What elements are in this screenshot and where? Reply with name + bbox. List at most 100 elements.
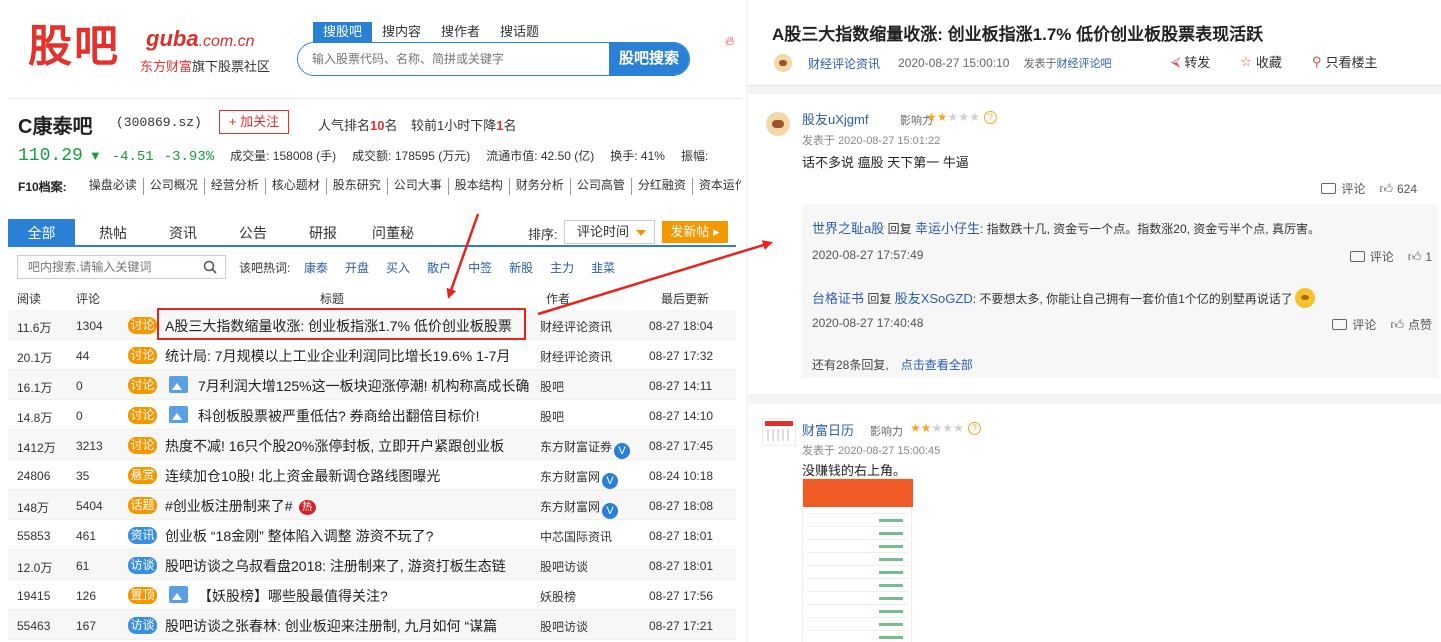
f10-link[interactable]: 操盘必读 bbox=[83, 178, 144, 195]
f10-link[interactable]: 公司大事 bbox=[388, 178, 449, 195]
tab-ask-secretary[interactable]: 问董秘 bbox=[368, 219, 418, 247]
search-tab-topic[interactable]: 搜话题 bbox=[490, 22, 549, 42]
post-tag[interactable]: 讨论 bbox=[128, 437, 157, 454]
f10-link[interactable]: 经营分析 bbox=[205, 178, 266, 195]
reply-button[interactable]: 评论 bbox=[1321, 180, 1365, 197]
guba-logo[interactable]: 股吧 guba.com.cn 东方财富旗下股票社区 bbox=[28, 22, 288, 78]
reply-user[interactable]: 台格证书 bbox=[812, 291, 864, 306]
post-author[interactable]: 股吧访谈 bbox=[540, 558, 588, 575]
hot-word[interactable]: 新股 bbox=[509, 259, 533, 276]
hot-word[interactable]: 康泰 bbox=[304, 259, 328, 276]
like-button[interactable]: 👍︎ 624 bbox=[1379, 181, 1417, 197]
post-author[interactable]: 股吧 bbox=[540, 378, 564, 395]
table-row[interactable]: 16.1万 0 讨论 7月利润大增125%这一板块迎涨停潮! 机构称高成长确 股吧 08-… bbox=[8, 370, 736, 400]
post-tag[interactable]: 讨论 bbox=[128, 317, 157, 334]
table-row[interactable]: 12.0万 61 访谈 股吧访谈之乌叔看盘2018: 注册制来了, 游资打板生态链 股吧… bbox=[8, 550, 736, 580]
table-row[interactable]: 14.8万 0 讨论 科创板股票被严重低估? 券商给出翻倍目标价! 股吧 08-27 14… bbox=[8, 400, 736, 430]
hot-word[interactable]: 主力 bbox=[550, 259, 574, 276]
post-tag[interactable]: 悬赏 bbox=[128, 467, 157, 484]
tab-research[interactable]: 研报 bbox=[305, 219, 341, 247]
f10-link[interactable]: 资本运作 bbox=[693, 178, 741, 195]
post-title[interactable]: 连续加仓10股! 北上资金最新调仓路线图曝光 bbox=[165, 466, 525, 486]
post-tag[interactable]: 话题 bbox=[128, 497, 157, 514]
f10-link[interactable]: 核心题材 bbox=[266, 178, 327, 195]
fire-icon[interactable]: 🔥︎ bbox=[725, 33, 735, 49]
post-tag[interactable]: 资讯 bbox=[128, 527, 157, 544]
reply-to-user[interactable]: 股友XSoGZD bbox=[895, 291, 973, 306]
post-tag[interactable]: 置顶 bbox=[128, 587, 157, 604]
commenter-name[interactable]: 财富日历 bbox=[802, 420, 854, 439]
help-icon[interactable]: ? bbox=[967, 422, 981, 435]
search-icon[interactable] bbox=[203, 260, 217, 274]
tab-notice[interactable]: 公告 bbox=[235, 219, 271, 247]
reply-to-user[interactable]: 幸运小仔生 bbox=[915, 221, 980, 236]
post-author[interactable]: 东方财富证券 V bbox=[540, 438, 631, 459]
search-tab-content[interactable]: 搜内容 bbox=[372, 22, 431, 42]
post-title[interactable]: 【妖股榜】哪些股最值得关注? bbox=[198, 586, 558, 606]
f10-link[interactable]: 股东研究 bbox=[327, 178, 388, 195]
view-all-replies-link[interactable]: 点击查看全部 bbox=[901, 358, 973, 372]
post-tag[interactable]: 讨论 bbox=[128, 407, 157, 424]
search-input[interactable] bbox=[298, 43, 609, 75]
table-row[interactable]: 19415 126 置顶 【妖股榜】哪些股最值得关注? 妖股榜 08-27 17:56 bbox=[8, 580, 736, 610]
published-in-forum[interactable]: 财经评论吧 bbox=[1056, 58, 1111, 70]
tab-all[interactable]: 全部 bbox=[8, 219, 75, 247]
author-avatar[interactable] bbox=[774, 54, 792, 72]
f10-link[interactable]: 公司高管 bbox=[571, 178, 632, 195]
post-title[interactable]: 股吧访谈之乌叔看盘2018: 注册制来了, 游资打板生态链 bbox=[165, 556, 525, 576]
share-button[interactable]: ⮘ 转发 bbox=[1171, 52, 1210, 71]
search-button[interactable]: 股吧搜索 bbox=[609, 43, 689, 75]
tab-news[interactable]: 资讯 bbox=[165, 219, 201, 247]
help-icon[interactable]: ? bbox=[983, 111, 997, 124]
table-row[interactable]: 55853 461 资讯 创业板 “18金刚” 整体陷入调整 游资不玩了? 中芯国际资讯… bbox=[8, 520, 736, 550]
tab-hot[interactable]: 热帖 bbox=[95, 219, 131, 247]
post-author[interactable]: 股吧访谈 bbox=[540, 618, 588, 635]
post-author[interactable]: 东方财富网 V bbox=[540, 468, 619, 489]
new-post-button[interactable]: 发新帖 ▸ bbox=[662, 221, 728, 243]
hot-word[interactable]: 开盘 bbox=[345, 259, 369, 276]
post-title[interactable]: 7月利润大增125%这一板块迎涨停潮! 机构称高成长确 bbox=[198, 376, 558, 396]
like-button[interactable]: 👍︎ 点赞 bbox=[1390, 316, 1432, 333]
post-author[interactable]: 财经评论资讯 bbox=[540, 318, 612, 335]
f10-link[interactable]: 分红融资 bbox=[632, 178, 693, 195]
comment-image[interactable] bbox=[802, 478, 913, 642]
post-title[interactable]: #创业板注册制来了# 热 bbox=[165, 496, 525, 516]
f10-link[interactable]: 股本结构 bbox=[449, 178, 510, 195]
table-row[interactable]: 1412万 3213 讨论 热度不减! 16只个股20%涨停封板, 立即开户紧跟创业板… bbox=[8, 430, 736, 460]
commenter-avatar[interactable] bbox=[762, 418, 796, 446]
hot-word[interactable]: 买入 bbox=[386, 259, 410, 276]
reply-button[interactable]: 评论 bbox=[1332, 316, 1376, 333]
commenter-name[interactable]: 股友uXjgmf bbox=[802, 109, 868, 128]
post-author[interactable]: 中芯国际资讯 bbox=[540, 528, 612, 545]
search-tab-author[interactable]: 搜作者 bbox=[431, 22, 490, 42]
hot-word[interactable]: 韭菜 bbox=[591, 259, 615, 276]
post-tag[interactable]: 访谈 bbox=[128, 557, 157, 574]
hot-word[interactable]: 散户 bbox=[427, 259, 451, 276]
post-title[interactable]: 股吧访谈之张春林: 创业板迎来注册制, 九月如何 “谋篇 bbox=[165, 616, 525, 636]
search-tab-guba[interactable]: 搜股吧 bbox=[313, 22, 373, 42]
forum-search-input[interactable] bbox=[18, 256, 198, 278]
table-row[interactable]: 20.1万 44 讨论 统计局: 7月规模以上工业企业利润同比增长19.6% 1-7月… bbox=[8, 340, 736, 370]
hot-word[interactable]: 中签 bbox=[468, 259, 492, 276]
table-row[interactable]: 148万 5404 话题 #创业板注册制来了# 热 东方财富网 V 08-27 18:08 bbox=[8, 490, 736, 520]
post-title[interactable]: 统计局: 7月规模以上工业企业利润同比增长19.6% 1-7月 bbox=[165, 346, 525, 366]
post-title[interactable]: 热度不减! 16只个股20%涨停封板, 立即开户紧跟创业板 bbox=[165, 436, 525, 456]
post-author[interactable]: 妖股榜 bbox=[540, 588, 576, 605]
sort-select[interactable]: 评论时间 bbox=[564, 220, 655, 244]
f10-link[interactable]: 财务分析 bbox=[510, 178, 571, 195]
author-only-button[interactable]: ⚲ 只看楼主 bbox=[1312, 52, 1378, 71]
table-row[interactable]: 24806 35 悬赏 连续加仓10股! 北上资金最新调仓路线图曝光 东方财富网 V 08-… bbox=[8, 460, 736, 490]
post-title[interactable]: 科创板股票被严重低估? 券商给出翻倍目标价! bbox=[198, 406, 558, 426]
post-tag[interactable]: 访谈 bbox=[128, 617, 157, 634]
reply-button[interactable]: 评论 bbox=[1349, 248, 1394, 265]
post-tag[interactable]: 讨论 bbox=[128, 347, 157, 364]
commenter-avatar[interactable] bbox=[766, 112, 790, 136]
follow-button[interactable]: + 加关注 bbox=[219, 110, 289, 134]
table-row[interactable]: 55463 167 访谈 股吧访谈之张春林: 创业板迎来注册制, 九月如何 “谋篇 股吧… bbox=[8, 610, 736, 640]
post-author[interactable]: 东方财富网 V bbox=[540, 498, 619, 519]
post-author[interactable]: 财经评论资讯 bbox=[540, 348, 612, 365]
post-title[interactable]: 创业板 “18金刚” 整体陷入调整 游资不玩了? bbox=[165, 526, 525, 546]
article-source[interactable]: 财经评论资讯 bbox=[808, 55, 880, 72]
like-button[interactable]: 👍︎ 1 bbox=[1408, 249, 1432, 265]
f10-link[interactable]: 公司概况 bbox=[144, 178, 205, 195]
